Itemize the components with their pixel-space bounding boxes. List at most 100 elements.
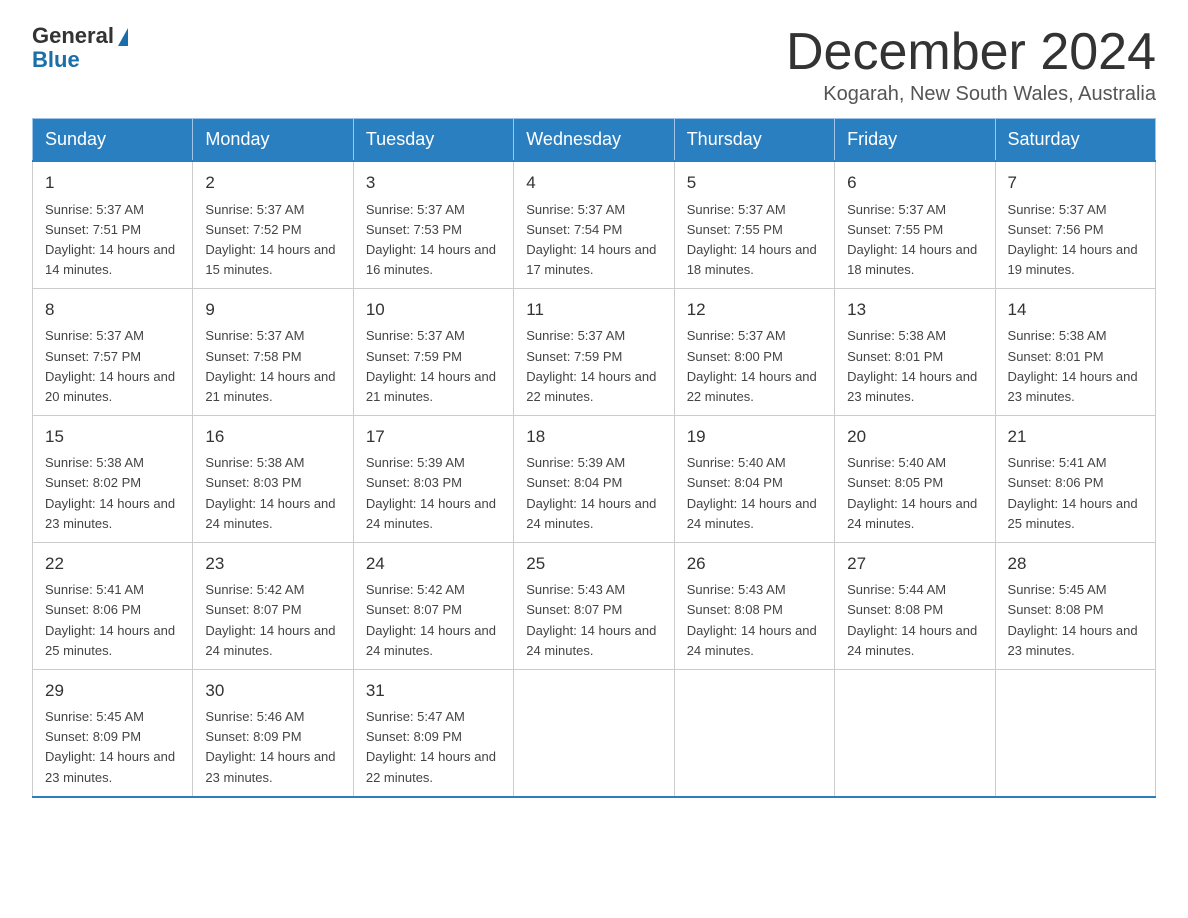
day-sunrise: Sunrise: 5:37 AM bbox=[687, 202, 786, 217]
day-number: 5 bbox=[687, 170, 822, 196]
day-sunset: Sunset: 8:08 PM bbox=[1008, 602, 1104, 617]
day-sunset: Sunset: 7:52 PM bbox=[205, 222, 301, 237]
day-number: 6 bbox=[847, 170, 982, 196]
calendar-day-cell bbox=[995, 669, 1155, 796]
day-sunset: Sunset: 8:05 PM bbox=[847, 475, 943, 490]
day-daylight: Daylight: 14 hours and 25 minutes. bbox=[45, 623, 175, 658]
calendar-day-cell: 3 Sunrise: 5:37 AM Sunset: 7:53 PM Dayli… bbox=[353, 161, 513, 288]
calendar-day-cell: 18 Sunrise: 5:39 AM Sunset: 8:04 PM Dayl… bbox=[514, 416, 674, 543]
day-number: 18 bbox=[526, 424, 661, 450]
calendar-day-cell: 2 Sunrise: 5:37 AM Sunset: 7:52 PM Dayli… bbox=[193, 161, 353, 288]
day-sunrise: Sunrise: 5:38 AM bbox=[205, 455, 304, 470]
day-daylight: Daylight: 14 hours and 21 minutes. bbox=[366, 369, 496, 404]
day-number: 29 bbox=[45, 678, 180, 704]
day-number: 27 bbox=[847, 551, 982, 577]
day-daylight: Daylight: 14 hours and 24 minutes. bbox=[205, 623, 335, 658]
day-number: 24 bbox=[366, 551, 501, 577]
day-daylight: Daylight: 14 hours and 20 minutes. bbox=[45, 369, 175, 404]
calendar-day-cell: 29 Sunrise: 5:45 AM Sunset: 8:09 PM Dayl… bbox=[33, 669, 193, 796]
day-daylight: Daylight: 14 hours and 24 minutes. bbox=[526, 496, 656, 531]
day-daylight: Daylight: 14 hours and 23 minutes. bbox=[205, 749, 335, 784]
calendar-day-cell: 23 Sunrise: 5:42 AM Sunset: 8:07 PM Dayl… bbox=[193, 542, 353, 669]
day-sunrise: Sunrise: 5:37 AM bbox=[45, 328, 144, 343]
day-number: 8 bbox=[45, 297, 180, 323]
column-header-thursday: Thursday bbox=[674, 119, 834, 162]
day-number: 12 bbox=[687, 297, 822, 323]
day-sunset: Sunset: 7:59 PM bbox=[366, 349, 462, 364]
calendar-day-cell: 30 Sunrise: 5:46 AM Sunset: 8:09 PM Dayl… bbox=[193, 669, 353, 796]
day-sunrise: Sunrise: 5:37 AM bbox=[366, 328, 465, 343]
day-sunrise: Sunrise: 5:41 AM bbox=[1008, 455, 1107, 470]
day-sunrise: Sunrise: 5:45 AM bbox=[45, 709, 144, 724]
calendar-day-cell: 22 Sunrise: 5:41 AM Sunset: 8:06 PM Dayl… bbox=[33, 542, 193, 669]
day-number: 19 bbox=[687, 424, 822, 450]
calendar-day-cell: 21 Sunrise: 5:41 AM Sunset: 8:06 PM Dayl… bbox=[995, 416, 1155, 543]
day-daylight: Daylight: 14 hours and 24 minutes. bbox=[847, 623, 977, 658]
day-daylight: Daylight: 14 hours and 24 minutes. bbox=[687, 623, 817, 658]
logo: General Blue bbox=[32, 24, 128, 72]
calendar-week-row: 22 Sunrise: 5:41 AM Sunset: 8:06 PM Dayl… bbox=[33, 542, 1156, 669]
day-sunrise: Sunrise: 5:39 AM bbox=[366, 455, 465, 470]
day-sunrise: Sunrise: 5:40 AM bbox=[687, 455, 786, 470]
calendar-day-cell: 17 Sunrise: 5:39 AM Sunset: 8:03 PM Dayl… bbox=[353, 416, 513, 543]
day-number: 14 bbox=[1008, 297, 1143, 323]
day-sunset: Sunset: 7:54 PM bbox=[526, 222, 622, 237]
day-daylight: Daylight: 14 hours and 24 minutes. bbox=[366, 623, 496, 658]
day-sunrise: Sunrise: 5:37 AM bbox=[205, 328, 304, 343]
day-sunrise: Sunrise: 5:42 AM bbox=[366, 582, 465, 597]
day-daylight: Daylight: 14 hours and 22 minutes. bbox=[526, 369, 656, 404]
day-sunrise: Sunrise: 5:46 AM bbox=[205, 709, 304, 724]
day-sunrise: Sunrise: 5:41 AM bbox=[45, 582, 144, 597]
calendar-day-cell: 15 Sunrise: 5:38 AM Sunset: 8:02 PM Dayl… bbox=[33, 416, 193, 543]
calendar-week-row: 29 Sunrise: 5:45 AM Sunset: 8:09 PM Dayl… bbox=[33, 669, 1156, 796]
day-daylight: Daylight: 14 hours and 18 minutes. bbox=[847, 242, 977, 277]
column-header-sunday: Sunday bbox=[33, 119, 193, 162]
day-sunset: Sunset: 8:01 PM bbox=[847, 349, 943, 364]
day-daylight: Daylight: 14 hours and 22 minutes. bbox=[366, 749, 496, 784]
day-daylight: Daylight: 14 hours and 25 minutes. bbox=[1008, 496, 1138, 531]
calendar-day-cell: 12 Sunrise: 5:37 AM Sunset: 8:00 PM Dayl… bbox=[674, 289, 834, 416]
column-header-saturday: Saturday bbox=[995, 119, 1155, 162]
calendar-day-cell: 7 Sunrise: 5:37 AM Sunset: 7:56 PM Dayli… bbox=[995, 161, 1155, 288]
day-daylight: Daylight: 14 hours and 24 minutes. bbox=[847, 496, 977, 531]
day-sunset: Sunset: 8:00 PM bbox=[687, 349, 783, 364]
column-header-monday: Monday bbox=[193, 119, 353, 162]
day-number: 26 bbox=[687, 551, 822, 577]
day-daylight: Daylight: 14 hours and 21 minutes. bbox=[205, 369, 335, 404]
column-header-wednesday: Wednesday bbox=[514, 119, 674, 162]
calendar-day-cell: 28 Sunrise: 5:45 AM Sunset: 8:08 PM Dayl… bbox=[995, 542, 1155, 669]
day-sunset: Sunset: 8:08 PM bbox=[687, 602, 783, 617]
day-number: 4 bbox=[526, 170, 661, 196]
day-number: 28 bbox=[1008, 551, 1143, 577]
calendar-day-cell: 24 Sunrise: 5:42 AM Sunset: 8:07 PM Dayl… bbox=[353, 542, 513, 669]
calendar-day-cell bbox=[674, 669, 834, 796]
column-header-friday: Friday bbox=[835, 119, 995, 162]
calendar-week-row: 15 Sunrise: 5:38 AM Sunset: 8:02 PM Dayl… bbox=[33, 416, 1156, 543]
day-sunset: Sunset: 8:06 PM bbox=[1008, 475, 1104, 490]
day-daylight: Daylight: 14 hours and 17 minutes. bbox=[526, 242, 656, 277]
day-number: 16 bbox=[205, 424, 340, 450]
day-sunrise: Sunrise: 5:37 AM bbox=[1008, 202, 1107, 217]
day-daylight: Daylight: 14 hours and 19 minutes. bbox=[1008, 242, 1138, 277]
day-sunrise: Sunrise: 5:43 AM bbox=[526, 582, 625, 597]
calendar-day-cell: 27 Sunrise: 5:44 AM Sunset: 8:08 PM Dayl… bbox=[835, 542, 995, 669]
day-daylight: Daylight: 14 hours and 14 minutes. bbox=[45, 242, 175, 277]
day-number: 20 bbox=[847, 424, 982, 450]
day-number: 13 bbox=[847, 297, 982, 323]
day-sunset: Sunset: 8:09 PM bbox=[45, 729, 141, 744]
day-daylight: Daylight: 14 hours and 24 minutes. bbox=[205, 496, 335, 531]
day-sunset: Sunset: 7:56 PM bbox=[1008, 222, 1104, 237]
day-number: 25 bbox=[526, 551, 661, 577]
day-sunset: Sunset: 8:08 PM bbox=[847, 602, 943, 617]
calendar-table: SundayMondayTuesdayWednesdayThursdayFrid… bbox=[32, 118, 1156, 798]
calendar-day-cell: 5 Sunrise: 5:37 AM Sunset: 7:55 PM Dayli… bbox=[674, 161, 834, 288]
day-sunrise: Sunrise: 5:37 AM bbox=[687, 328, 786, 343]
day-number: 3 bbox=[366, 170, 501, 196]
day-number: 21 bbox=[1008, 424, 1143, 450]
day-sunset: Sunset: 8:02 PM bbox=[45, 475, 141, 490]
day-sunrise: Sunrise: 5:39 AM bbox=[526, 455, 625, 470]
day-daylight: Daylight: 14 hours and 24 minutes. bbox=[526, 623, 656, 658]
column-header-tuesday: Tuesday bbox=[353, 119, 513, 162]
day-sunset: Sunset: 7:51 PM bbox=[45, 222, 141, 237]
day-sunset: Sunset: 8:01 PM bbox=[1008, 349, 1104, 364]
